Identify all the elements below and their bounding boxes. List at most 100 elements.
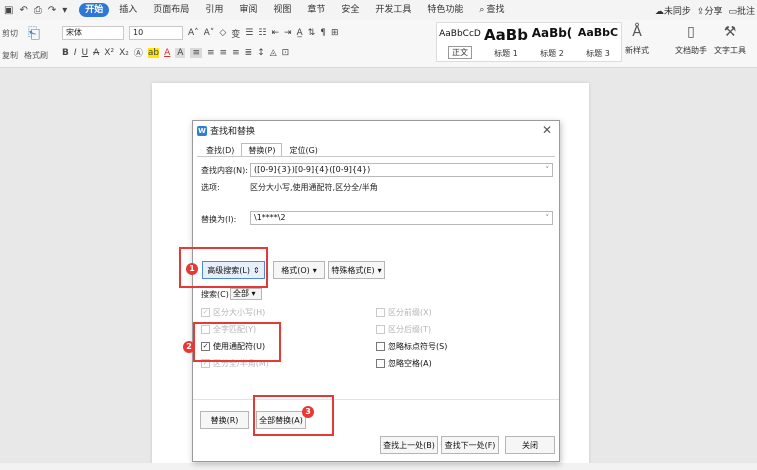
style-name: 标题 3 [586,49,610,58]
bold-icon[interactable]: B [62,48,69,58]
style-normal[interactable]: AaBbCcD 正文 [437,23,483,61]
line-spacing-icon[interactable]: ↕ [257,48,265,58]
chevron-down-icon[interactable]: ˅ [546,164,550,176]
replace-button[interactable]: 替换(R) [200,411,249,429]
style-preview: AaBb [484,26,528,44]
format-button[interactable]: 格式(O) ▾ [273,261,325,279]
ignore-punctuation-checkbox[interactable]: 忽略标点符号(S) [376,341,447,352]
distributed-icon[interactable]: ≣ [245,48,253,58]
decrease-indent-icon[interactable]: ⇤ [271,28,279,38]
style-preview: AaBbCcD [439,29,481,39]
search-icon: ⌕ [479,5,485,15]
match-suffix-checkbox[interactable]: 区分后缀(T) [376,324,431,335]
close-icon[interactable]: ✕ [542,123,552,137]
grow-font-icon[interactable]: A˄ [188,28,199,38]
font-name-value: 宋体 [66,28,82,37]
menu-view[interactable]: 视图 [265,0,299,20]
show-marks-icon[interactable]: ¶ [320,28,326,38]
font-size-value: 10 [133,28,144,37]
close-label: 关闭 [522,440,538,450]
style-preview: AaBbC [577,26,619,39]
font-size-select[interactable]: 10 [129,26,183,40]
replace-input[interactable]: \1****\2 ˅ [250,211,553,225]
style-heading-3[interactable]: AaBbC 标题 3 [575,23,621,61]
font-name-select[interactable]: 宋体 [62,26,124,40]
align-right-icon[interactable]: ≡ [220,48,228,58]
menu-features[interactable]: 特色功能 [419,0,471,20]
char-shading-icon[interactable]: A [175,47,186,58]
style-heading-2[interactable]: AaBb( 标题 2 [529,23,575,61]
options-label: 选项: [201,183,220,192]
subscript-icon[interactable]: X₂ [119,48,129,58]
checkbox-label: 区分后缀(T) [388,325,432,334]
menu-bar: ▣ ↶ ⎙ ↷ ▾ 开始 插入 页面布局 引用 审阅 视图 章节 安全 开发工具… [0,0,757,20]
font-color-icon[interactable]: A [164,48,170,58]
phonetic-icon[interactable]: 变 [231,27,240,40]
menu-references[interactable]: 引用 [197,0,231,20]
undo-icon[interactable]: ↶ [19,5,27,16]
justify-icon[interactable]: ≡ [232,48,240,58]
table-border-icon[interactable]: ⊞ [331,28,339,38]
menu-developer[interactable]: 开发工具 [367,0,419,20]
superscript-icon[interactable]: X² [104,48,114,58]
italic-icon[interactable]: I [74,48,77,58]
special-format-button[interactable]: 特殊格式(E) ▾ [328,261,385,279]
menu-page-layout[interactable]: 页面布局 [145,0,197,20]
chevron-down-icon[interactable]: ˅ [546,212,550,224]
sync-button[interactable]: ☁未同步 [655,4,691,17]
menu-home[interactable]: 开始 [79,3,110,17]
comment-icon: ▭ [728,6,737,17]
find-input[interactable]: ([0-9]{3})[0-9]{4}([0-9]{4}) ˅ [250,163,553,177]
text-tools-button[interactable]: ⚒ 文字工具 [714,24,746,56]
highlight-icon[interactable]: ab [147,47,160,58]
find-previous-button[interactable]: 查找上一处(B) [380,436,438,454]
bullets-icon[interactable]: ☰ [245,28,253,38]
doc-assistant-button[interactable]: ▯ 文档助手 [675,24,707,56]
search-scope-select[interactable]: 全部 ▾ [230,288,262,300]
menu-search[interactable]: ⌕ 查找 [471,0,512,20]
find-next-button[interactable]: 查找下一处(F) [441,436,499,454]
comment-button[interactable]: ▭批注 [728,4,755,17]
text-effect-icon[interactable]: Ⓐ [134,46,143,59]
new-style-button[interactable]: Å 新样式 [625,24,649,56]
numbering-icon[interactable]: ☷ [258,28,266,38]
find-replace-dialog: W 查找和替换 ✕ 查找(D) 替换(P) 定位(G) 查找内容(N): ([0… [192,120,560,462]
sort-icon[interactable]: ⇅ [308,28,316,38]
shading-icon[interactable]: ◬ [270,48,277,58]
match-case-checkbox[interactable]: ✓ 区分大小写(H) [201,307,265,318]
menu-review[interactable]: 审阅 [231,0,265,20]
format-painter-button[interactable]: 格式刷 [24,50,48,61]
match-prefix-checkbox[interactable]: 区分前缀(X) [376,307,432,318]
share-button[interactable]: ⇪分享 [697,4,723,17]
strikethrough-icon[interactable]: A [93,48,99,58]
find-value: ([0-9]{3})[0-9]{4}([0-9]{4}) [254,165,371,174]
chinese-layout-icon[interactable]: A̲ [297,28,303,38]
align-center-icon[interactable]: ≡ [207,48,215,58]
increase-indent-icon[interactable]: ⇥ [284,28,292,38]
menu-section[interactable]: 章节 [299,0,333,20]
copy-button[interactable]: 复制 [2,50,18,61]
text-tools-icon: ⚒ [723,24,737,40]
close-button[interactable]: 关闭 [505,436,555,454]
replace-button-label: 替换(R) [210,415,239,425]
underline-icon[interactable]: U [82,48,89,58]
more-icon[interactable]: ▾ [62,5,67,16]
paste-icon[interactable]: ⎗ [28,24,40,42]
save-icon[interactable]: ▣ [4,5,13,16]
tab-goto[interactable]: 定位(G) [282,143,324,157]
clear-format-icon[interactable]: ◇ [219,28,226,38]
borders-icon[interactable]: ⊡ [282,48,290,58]
cut-button[interactable]: 剪切 [2,28,18,39]
shrink-font-icon[interactable]: A˅ [204,28,215,38]
print-icon[interactable]: ⎙ [34,5,42,16]
wps-writer-icon: W [197,125,207,136]
tab-replace[interactable]: 替换(P) [241,143,283,157]
align-left-icon[interactable]: ≡ [190,47,202,58]
ignore-space-checkbox[interactable]: 忽略空格(A) [376,358,432,369]
dialog-title-bar[interactable]: W 查找和替换 [193,121,559,140]
tab-find[interactable]: 查找(D) [199,143,241,157]
redo-icon[interactable]: ↷ [48,5,56,16]
menu-insert[interactable]: 插入 [111,0,145,20]
menu-security[interactable]: 安全 [333,0,367,20]
style-heading-1[interactable]: AaBb 标题 1 [483,23,529,61]
